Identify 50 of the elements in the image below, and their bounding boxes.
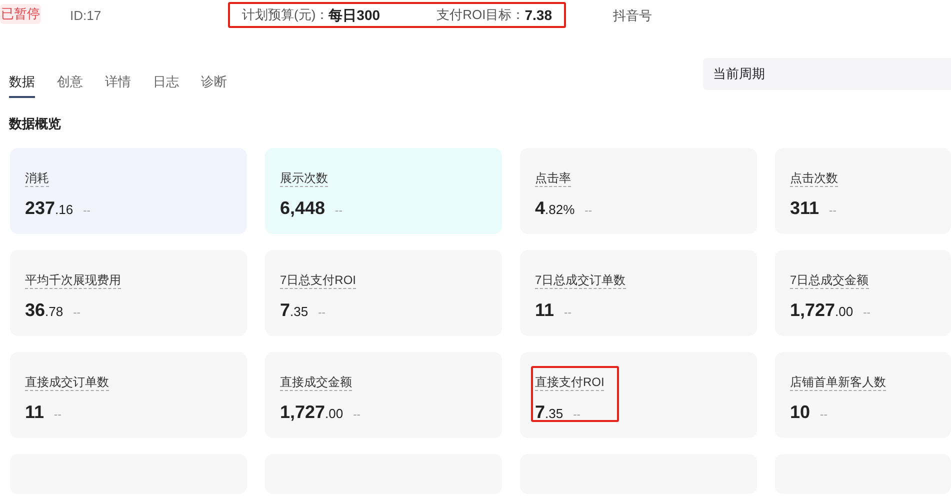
metric-label: 点击率 <box>535 170 571 187</box>
change-value: -- <box>863 306 870 321</box>
change-value: -- <box>564 306 572 321</box>
metric-label: 7日总成交订单数 <box>535 272 626 289</box>
metric-label: 点击次数 <box>790 170 838 187</box>
change-value: -- <box>73 306 80 321</box>
change-value: -- <box>573 408 580 423</box>
metric-value: 311 <box>790 197 820 220</box>
tab[interactable]: 创意 <box>57 72 83 98</box>
metric-value: 237.16 <box>25 197 74 220</box>
metric-value: 11 <box>535 299 554 322</box>
metric-label: 直接成交金额 <box>280 374 352 391</box>
change-value: -- <box>353 408 360 423</box>
metric-label: 消耗 <box>25 170 49 187</box>
metric-value: 7.35 <box>280 299 308 322</box>
budget-value: 每日300 <box>328 6 380 24</box>
metric-value: 36.78 <box>25 299 64 322</box>
plan-id: ID:17 <box>70 7 102 25</box>
change-value: -- <box>335 204 342 219</box>
change-value: -- <box>318 306 326 321</box>
change-value: -- <box>829 204 836 219</box>
metric-value: 10 <box>790 401 810 424</box>
metric-label: 7日总支付ROI <box>280 272 356 289</box>
metric-label: 店铺首单新客人数 <box>790 374 886 391</box>
tab[interactable]: 详情 <box>105 72 131 98</box>
metric-label: 直接成交订单数 <box>25 374 109 391</box>
metric-value: 4.82% <box>535 197 575 220</box>
status-badge: 已暂停 <box>0 4 41 24</box>
metric-label: 展示次数 <box>280 170 328 187</box>
change-value: -- <box>584 204 592 219</box>
metric-label: 7日总成交金额 <box>790 272 869 289</box>
metric-value: 11 <box>25 401 44 424</box>
metric-label: 平均千次展现费用 <box>25 272 121 289</box>
section-title: 数据概览 <box>8 115 62 133</box>
budget-label: 计划预算(元)： <box>242 6 329 24</box>
account-label: 抖音号 <box>613 7 652 25</box>
roi-target-value: 7.38 <box>524 6 552 24</box>
change-value: -- <box>820 408 828 423</box>
metric-label: 直接支付ROI <box>535 374 604 391</box>
tab[interactable]: 数据 <box>9 72 35 98</box>
metric-value: 6,448 <box>280 197 326 220</box>
change-value: -- <box>83 204 90 219</box>
roi-target-label: 支付ROI目标： <box>436 6 525 24</box>
change-value: -- <box>54 408 62 423</box>
metric-value: 7.35 <box>535 401 564 424</box>
metric-value: 1,727.00 <box>790 299 854 322</box>
period-select[interactable]: 当前周期 <box>703 58 951 90</box>
metric-value: 1,727.00 <box>280 401 344 424</box>
tab[interactable]: 诊断 <box>201 72 227 98</box>
tab[interactable]: 日志 <box>153 72 179 98</box>
